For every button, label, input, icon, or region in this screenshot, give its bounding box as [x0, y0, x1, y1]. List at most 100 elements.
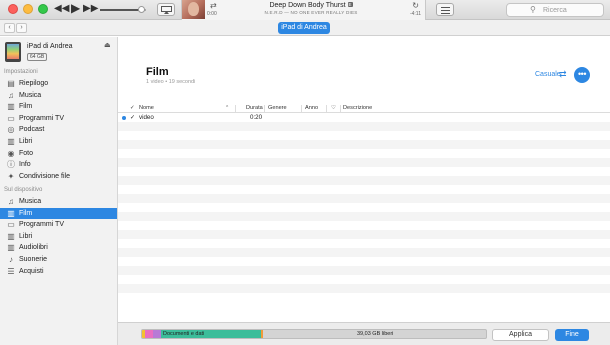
repeat-icon[interactable]: ↻ — [412, 1, 419, 10]
settings-section-title: Impostazioni — [4, 69, 38, 75]
sidebar-item-label: Libri — [19, 138, 33, 145]
page-title: Film — [146, 66, 169, 78]
more-options-button[interactable]: ••• — [574, 67, 590, 83]
empty-row — [118, 185, 610, 194]
storage-segment-media — [153, 330, 161, 338]
shuffle-icon[interactable]: ⇄ — [210, 1, 217, 10]
empty-row — [118, 194, 610, 203]
sidebar-item-libri[interactable]: ▥ Libri — [0, 231, 117, 242]
sidebar-item-film[interactable]: ▥ Film — [0, 101, 117, 112]
close-window-button[interactable] — [8, 4, 18, 14]
zoom-window-button[interactable] — [38, 4, 48, 14]
column-header-name[interactable]: Nome — [139, 105, 154, 111]
sidebar-item-film[interactable]: ▥ Film — [0, 207, 117, 219]
empty-row — [118, 203, 610, 212]
column-header-duration[interactable]: Durata — [246, 105, 263, 111]
search-placeholder: Ricerca — [543, 7, 567, 14]
sidebar-item-label: Programmi TV — [19, 114, 64, 122]
search-icon: ⚲ — [530, 5, 536, 14]
title-bar: ◀◀ ▶ ▶▶ ⇄ 0:00 Deep Down Body Thurst E N… — [0, 0, 610, 20]
minimize-window-button[interactable] — [23, 4, 33, 14]
done-button[interactable]: Fine — [555, 329, 589, 341]
sidebar-item-audiolibri[interactable]: ▥ Audiolibri — [0, 242, 117, 253]
volume-knob[interactable] — [138, 6, 145, 13]
volume-level — [100, 9, 140, 11]
sidebar-item-label: Suonerie — [19, 256, 48, 263]
table-header: ✓ Nome ⌃ Durata Genere Anno ♡ Descrizion… — [118, 104, 610, 113]
artist-album: N.E.R.D — NO ONE EVER REALLY DIES — [264, 10, 358, 15]
sidebar-item-programmi-tv[interactable]: ▭ Programmi TV — [0, 113, 117, 124]
explicit-badge: E — [347, 2, 353, 7]
select-all-checkbox[interactable]: ✓ — [130, 105, 135, 111]
camera-icon: ◉ — [7, 148, 15, 158]
sidebar-item-label: Audiolibri — [19, 244, 48, 252]
sidebar-item-info[interactable]: ⓘ Info — [0, 159, 117, 170]
sidebar-item-label: Film — [19, 209, 33, 217]
fast-forward-icon[interactable]: ▶▶ — [83, 3, 98, 15]
song-title: Deep Down Body Thurst E — [222, 2, 400, 9]
column-header-description[interactable]: Descrizione — [343, 105, 372, 111]
shuffle-icon[interactable]: ⇄ — [559, 69, 567, 80]
sidebar-item-libri[interactable]: ▥ Libri — [0, 136, 117, 147]
sidebar-item-label: Condivisione file — [19, 172, 70, 180]
sidebar-item-condivisione-file[interactable]: ✦ Condivisione file — [0, 171, 117, 182]
storage-free-label: 39,03 GB liberi — [357, 331, 394, 337]
column-header-genre[interactable]: Genere — [268, 105, 287, 111]
up-next-button[interactable] — [436, 3, 454, 16]
search-input[interactable]: ⚲ Ricerca — [506, 3, 604, 17]
sidebar-item-label: Programmi TV — [19, 221, 64, 229]
rewind-icon[interactable]: ◀◀ — [54, 3, 69, 15]
books-icon: ▥ — [7, 137, 15, 146]
music-icon: ♫ — [8, 90, 14, 100]
file-sharing-icon: ✦ — [7, 171, 15, 181]
volume-slider[interactable] — [100, 6, 146, 13]
time-elapsed: 0:00 — [207, 11, 217, 17]
play-icon[interactable]: ▶ — [71, 2, 80, 14]
sort-ascending-icon[interactable]: ⌃ — [225, 105, 229, 111]
sidebar-item-podcast[interactable]: ◎ Podcast — [0, 124, 117, 135]
storage-segment-photos — [145, 330, 153, 338]
airplay-icon — [161, 6, 172, 14]
cell-duration: 0:20 — [250, 114, 263, 121]
song-title-text: Deep Down Body Thurst — [269, 2, 346, 9]
main-content: Film 1 video • 19 secondi Casuale ⇄ ••• … — [118, 37, 610, 322]
ipad-icon — [5, 42, 21, 62]
sidebar-item-musica[interactable]: ♫ Musica — [0, 90, 117, 101]
sidebar-item-acquisti[interactable]: ☰ Acquisti — [0, 266, 117, 277]
column-header-year[interactable]: Anno — [305, 105, 318, 111]
empty-row — [118, 284, 610, 293]
shuffle-play-button[interactable]: Casuale — [535, 71, 561, 78]
sidebar-item-label: Libri — [19, 232, 33, 240]
row-checkbox[interactable]: ✓ — [130, 114, 135, 121]
list-icon — [441, 7, 450, 8]
sidebar-item-foto[interactable]: ◉ Foto — [0, 148, 117, 159]
heart-icon[interactable]: ♡ — [331, 105, 336, 111]
sidebar-item-suonerie[interactable]: ♪ Suonerie — [0, 254, 117, 265]
table-row[interactable]: ✓ video 0:20 — [118, 113, 610, 122]
device-button[interactable]: iPad di Andrea — [278, 22, 330, 34]
device-name: iPad di Andrea — [27, 43, 73, 50]
time-remaining: -4:11 — [409, 11, 421, 17]
podcast-icon: ◎ — [7, 125, 15, 135]
empty-row — [118, 176, 610, 185]
sidebar-item-programmi-tv[interactable]: ▭ Programmi TV — [0, 219, 117, 230]
album-artwork — [182, 0, 205, 19]
sidebar-item-label: Info — [19, 161, 31, 169]
empty-row — [118, 131, 610, 140]
empty-row — [118, 230, 610, 239]
empty-row — [118, 167, 610, 176]
forward-button[interactable]: › — [16, 23, 27, 33]
sidebar-item-riepilogo[interactable]: ▤ Riepilogo — [0, 78, 117, 89]
empty-row — [118, 239, 610, 248]
airplay-button[interactable] — [157, 3, 175, 16]
apply-button[interactable]: Applica — [492, 329, 549, 341]
sidebar-item-label: Podcast — [19, 126, 45, 134]
empty-row — [118, 221, 610, 230]
ringtones-icon: ♪ — [9, 255, 13, 264]
eject-icon[interactable]: ⏏ — [104, 41, 111, 49]
sidebar-item-musica[interactable]: ♫ Musica — [0, 196, 117, 207]
back-button[interactable]: ‹ — [4, 23, 15, 33]
empty-row — [118, 149, 610, 158]
tv-icon: ▭ — [7, 220, 15, 230]
storage-documents-label: Documenti e dati — [163, 331, 205, 337]
